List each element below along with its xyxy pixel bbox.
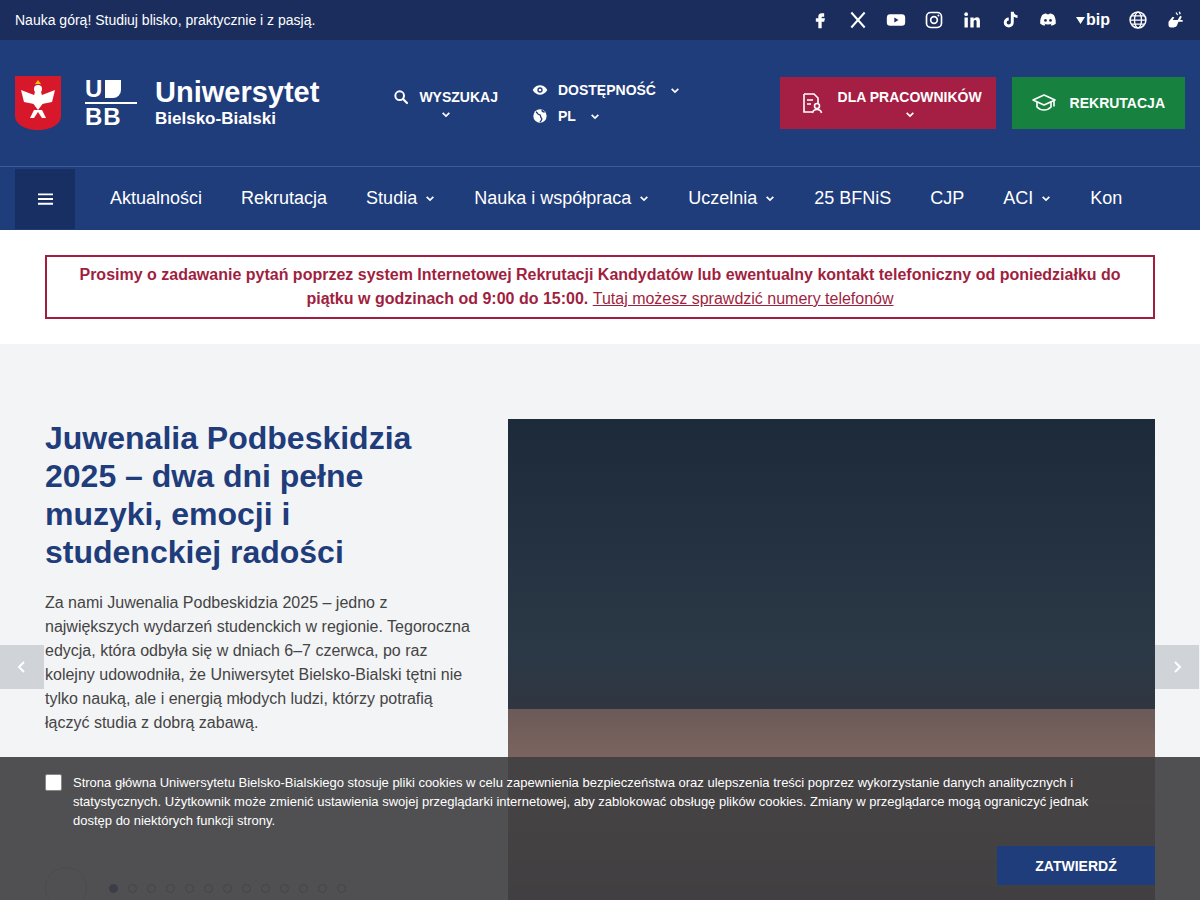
staff-label: DLA PRACOWNIKÓW — [838, 89, 982, 105]
chevron-left-icon — [17, 660, 27, 674]
nav-item-label: Uczelnia — [688, 188, 757, 209]
chevron-down-icon — [765, 195, 775, 202]
magnifier-icon — [393, 89, 409, 105]
sign-language-icon[interactable] — [1166, 10, 1186, 30]
search-label: WYSZUKAJ — [419, 89, 498, 105]
eye-icon — [532, 82, 548, 98]
notice-link[interactable]: Tutaj możesz sprawdzić numery telefonów — [593, 290, 894, 307]
nav-item[interactable]: Rekrutacja — [241, 188, 327, 209]
access-group: DOSTĘPNOŚĆ PL — [532, 82, 680, 124]
cookie-text: Strona główna Uniwersytetu Bielsko-Bials… — [73, 773, 1103, 830]
nav-item[interactable]: 25 BFNiS — [814, 188, 891, 209]
page: Nauka górą! Studiuj blisko, praktycznie … — [0, 0, 1200, 900]
social-links: bip — [810, 10, 1186, 30]
accessibility-toggle[interactable]: DOSTĘPNOŚĆ — [532, 82, 680, 98]
city-line: Bielsko-Bialski — [155, 108, 319, 130]
nav-item[interactable]: Kon — [1090, 188, 1122, 209]
recruitment-button[interactable]: REKRUTACJA — [1012, 77, 1185, 129]
accessibility-label: DOSTĘPNOŚĆ — [558, 82, 656, 98]
cookie-checkbox[interactable] — [45, 774, 62, 791]
slide-lead: Za nami Juwenalia Podbeskidzia 2025 – je… — [45, 591, 470, 735]
instagram-icon[interactable] — [924, 10, 944, 30]
bip-link[interactable]: bip — [1076, 12, 1110, 28]
slogan: Nauka górą! Studiuj blisko, praktycznie … — [15, 12, 315, 28]
notice-section: Prosimy o zadawanie pytań poprzez system… — [0, 230, 1200, 344]
globe-icon[interactable] — [1128, 10, 1148, 30]
cookie-accept-button[interactable]: ZATWIERDŹ — [997, 846, 1155, 885]
nav-item[interactable]: Uczelnia — [688, 188, 775, 209]
staff-button[interactable]: DLA PRACOWNIKÓW — [780, 77, 996, 129]
globe-icon — [532, 108, 548, 124]
language-toggle[interactable]: PL — [532, 108, 680, 124]
bip-label: bip — [1086, 12, 1110, 28]
staff-document-icon — [800, 91, 824, 115]
chevron-down-icon — [1041, 195, 1051, 202]
logo-letters-top: U — [85, 78, 102, 100]
nav-item-label: Aktualności — [110, 188, 202, 209]
header-buttons: DLA PRACOWNIKÓW REKRUTACJA — [780, 77, 1185, 129]
logo-bar — [105, 80, 121, 98]
notice-box: Prosimy o zadawanie pytań poprzez system… — [45, 255, 1155, 319]
next-slide-button[interactable] — [1155, 645, 1199, 689]
x-icon[interactable] — [848, 10, 868, 30]
hamburger-icon — [38, 193, 53, 205]
graduation-cap-icon — [1032, 91, 1056, 115]
logo-divider — [85, 102, 137, 104]
university-name[interactable]: UniwersytetBielsko-Bialski — [155, 76, 319, 130]
nav-item[interactable]: Nauka i współpraca — [474, 188, 649, 209]
bip-triangle-icon — [1076, 16, 1085, 25]
nav-item[interactable]: Aktualności — [110, 188, 202, 209]
polish-eagle-icon — [15, 76, 61, 130]
cookie-row: Strona główna Uniwersytetu Bielsko-Bials… — [45, 773, 1155, 830]
nav-item-label: Kon — [1090, 188, 1122, 209]
top-bar: Nauka górą! Studiuj blisko, praktycznie … — [0, 0, 1200, 40]
prev-slide-button[interactable] — [0, 645, 44, 689]
logo-mark-top: U — [85, 78, 121, 100]
logo-letters-bottom: BB — [85, 106, 122, 128]
tiktok-icon[interactable] — [1000, 10, 1020, 30]
chevron-down-icon — [590, 113, 600, 120]
discord-icon[interactable] — [1038, 10, 1058, 30]
chevron-down-icon — [670, 87, 680, 94]
chevron-down-icon — [425, 195, 435, 202]
main-nav: Aktualności Rekrutacja Studia Nauka i współ… — [0, 166, 1200, 230]
nav-item[interactable]: Studia — [366, 188, 435, 209]
chevron-down-icon — [639, 195, 649, 202]
nav-item-label: 25 BFNiS — [814, 188, 891, 209]
search-row: WYSZUKAJ — [393, 89, 498, 105]
menu-button[interactable] — [15, 169, 75, 229]
nav-item-label: Rekrutacja — [241, 188, 327, 209]
ubb-logo-mark[interactable]: U BB — [85, 78, 137, 128]
name-line: Uniwersytet — [155, 76, 319, 108]
slide-title[interactable]: Juwenalia Podbeskidzia 2025 – dwa dni pe… — [45, 419, 470, 571]
cookie-actions: ZATWIERDŹ — [45, 846, 1155, 885]
nav-items: Aktualności Rekrutacja Studia Nauka i współ… — [110, 188, 1122, 209]
header: U BB UniwersytetBielsko-Bialski WYSZUKAJ DOS… — [0, 40, 1200, 166]
staff-label-col: DLA PRACOWNIKÓW — [838, 89, 982, 118]
recruitment-label: REKRUTACJA — [1070, 95, 1165, 111]
nav-item-label: Studia — [366, 188, 417, 209]
language-label: PL — [558, 108, 576, 124]
cookie-bar: Strona główna Uniwersytetu Bielsko-Bials… — [0, 757, 1200, 900]
nav-item[interactable]: CJP — [930, 188, 964, 209]
youtube-icon[interactable] — [886, 10, 906, 30]
facebook-icon[interactable] — [810, 10, 830, 30]
chevron-right-icon — [1172, 660, 1182, 674]
chevron-down-icon — [441, 111, 451, 118]
linkedin-icon[interactable] — [962, 10, 982, 30]
chevron-down-icon — [905, 111, 915, 118]
search-toggle[interactable]: WYSZUKAJ — [393, 89, 498, 118]
nav-item-label: Nauka i współpraca — [474, 188, 631, 209]
nav-item[interactable]: ACI — [1003, 188, 1051, 209]
nav-item-label: CJP — [930, 188, 964, 209]
nav-item-label: ACI — [1003, 188, 1033, 209]
